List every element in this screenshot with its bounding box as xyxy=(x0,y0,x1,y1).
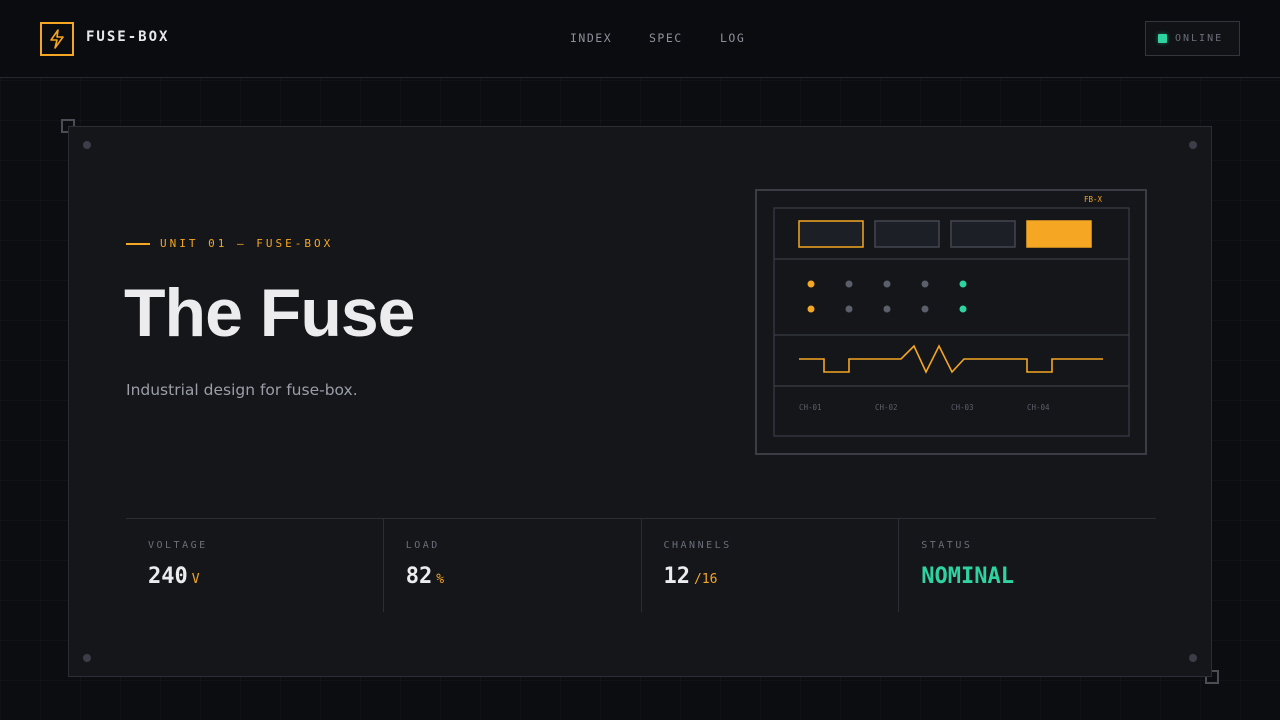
channel-label: CH-02 xyxy=(875,403,898,412)
top-nav-bar: FUSE-BOX INDEX SPEC LOG ONLINE xyxy=(0,0,1280,78)
fuse-box-diagram: FB-X CH-01 CH-02 CH-03 CH-04 xyxy=(755,189,1147,455)
hero-title: The Fuse xyxy=(124,275,415,351)
channel-label: CH-03 xyxy=(951,403,974,412)
section-eyebrow: UNIT 01 — FUSE-BOX xyxy=(126,237,333,250)
nav-link-spec[interactable]: SPEC xyxy=(649,31,683,45)
nav-link-index[interactable]: INDEX xyxy=(570,31,612,45)
stat-label: STATUS xyxy=(921,540,973,551)
hero-panel: UNIT 01 — FUSE-BOX The Fuse Industrial d… xyxy=(68,126,1212,677)
stat-number: NOMINAL xyxy=(921,564,1014,589)
stat-unit: /16 xyxy=(694,572,718,587)
eyebrow-rule xyxy=(126,242,150,245)
stat-value: 82 % xyxy=(406,564,444,589)
breaker-2 xyxy=(874,220,940,248)
channel-label: CH-04 xyxy=(1027,403,1050,412)
nav-link-log[interactable]: LOG xyxy=(720,31,745,45)
stat-unit: % xyxy=(436,572,445,587)
stat-value: 12 /16 xyxy=(664,564,718,589)
diagram-tag: FB-X xyxy=(1084,195,1103,204)
status-indicator[interactable]: ONLINE xyxy=(1145,21,1240,56)
screw-bottom-left xyxy=(83,654,91,662)
stat-value: NOMINAL xyxy=(921,564,1014,589)
screw-bottom-right xyxy=(1189,654,1197,662)
stat-label: LOAD xyxy=(405,540,440,551)
stat-number: 240 xyxy=(148,564,188,589)
stats-row: VOLTAGE 240 V LOAD 82 % CHANNELS 12 /16 … xyxy=(126,518,1156,612)
screw-top-right xyxy=(1189,141,1197,149)
eyebrow-text: UNIT 01 — FUSE-BOX xyxy=(160,237,334,250)
stat-status: STATUS NOMINAL xyxy=(898,519,1156,612)
stat-load: LOAD 82 % xyxy=(382,519,641,612)
breaker-3 xyxy=(950,220,1016,248)
stat-number: 82 xyxy=(405,564,433,589)
status-label: ONLINE xyxy=(1175,33,1224,44)
screw-top-left xyxy=(83,141,91,149)
hero-subtitle: Industrial design for fuse-box. xyxy=(126,381,358,399)
main-nav: INDEX SPEC LOG xyxy=(0,31,1280,47)
status-dot xyxy=(1158,34,1167,43)
channel-label: CH-01 xyxy=(799,403,822,412)
stat-channels: CHANNELS 12 /16 xyxy=(640,519,899,612)
stat-voltage: VOLTAGE 240 V xyxy=(126,519,383,612)
stat-number: 12 xyxy=(663,564,691,589)
breaker-4 xyxy=(1026,220,1092,248)
breaker-1 xyxy=(798,220,864,248)
stat-label: CHANNELS xyxy=(663,540,732,551)
stat-label: VOLTAGE xyxy=(148,540,208,551)
stat-unit: V xyxy=(191,572,200,587)
stat-value: 240 V xyxy=(148,564,200,589)
